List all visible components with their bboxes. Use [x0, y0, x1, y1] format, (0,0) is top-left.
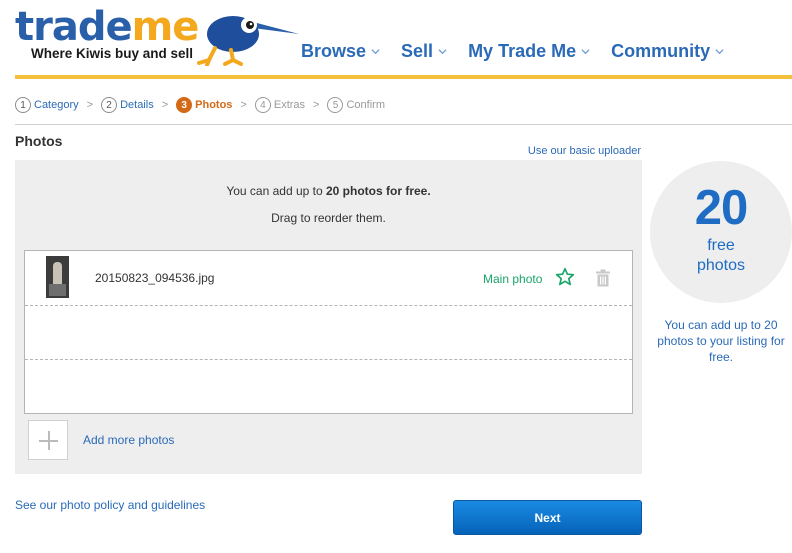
photo-row[interactable]: 20150823_094536.jpg Main photo [25, 251, 632, 305]
basic-uploader-link[interactable]: Use our basic uploader [528, 145, 641, 157]
photo-thumbnail[interactable] [46, 256, 69, 298]
logo-wordmark: trademe [15, 4, 199, 50]
photo-upload-panel: You can add up to 20 photos for free. Dr… [15, 160, 642, 474]
trademe-logo[interactable]: trademe Where Kiwis buy and sell [15, 4, 299, 70]
step-number: 3 [176, 97, 193, 113]
nav-my-trade-me-label: My Trade Me [468, 40, 577, 61]
nav-sell-label: Sell [401, 40, 434, 61]
next-button[interactable]: Next [453, 500, 642, 535]
step-photos: 3 Photos [176, 97, 232, 113]
step-number: 4 [254, 97, 271, 113]
step-number: 5 [327, 97, 344, 113]
chevron-down-icon [371, 48, 380, 54]
step-label: Photos [195, 99, 233, 111]
step-separator: > [161, 99, 169, 111]
chevron-down-icon [438, 48, 447, 54]
free-photos-badge: 20 free photos [650, 161, 792, 303]
photo-list: 20150823_094536.jpg Main photo [24, 250, 633, 414]
step-separator: > [86, 99, 94, 111]
main-nav: Browse Sell My Trade Me Community [301, 38, 745, 64]
photo-filename: 20150823_094536.jpg [95, 271, 215, 285]
nav-browse[interactable]: Browse [301, 38, 380, 64]
drag-hint: Drag to reorder them. [271, 211, 386, 225]
step-label: Extras [273, 99, 306, 111]
add-more-photos-link[interactable]: Add more photos [83, 433, 174, 447]
step-label: Details [120, 99, 154, 111]
nav-community[interactable]: Community [611, 38, 724, 64]
free-photos-description: You can add up to 20 photos to your list… [657, 318, 785, 364]
empty-photo-slot [25, 305, 632, 359]
nav-community-label: Community [611, 40, 711, 61]
step-label: Confirm [346, 99, 385, 111]
step-confirm: 5 Confirm [327, 97, 385, 113]
main-photo-label: Main photo [483, 272, 543, 286]
step-category[interactable]: 1 Category [15, 97, 79, 113]
step-label: Category [34, 99, 79, 111]
free-photos-line2: photos [696, 257, 746, 274]
step-details[interactable]: 2 Details [101, 97, 154, 113]
nav-browse-label: Browse [301, 40, 367, 61]
upload-intro: You can add up to 20 photos for free. [226, 184, 431, 198]
add-photo-button[interactable] [28, 420, 68, 460]
nav-sell[interactable]: Sell [401, 38, 447, 64]
step-separator: > [240, 99, 247, 111]
empty-photo-slot [25, 359, 632, 413]
step-extras: 4 Extras [254, 97, 306, 113]
site-header: trademe Where Kiwis buy and sell Browse … [0, 0, 792, 80]
photos-heading: Photos [15, 133, 63, 149]
header-divider [15, 75, 792, 79]
chevron-down-icon [715, 48, 724, 54]
logo-tagline: Where Kiwis buy and sell [31, 46, 194, 61]
steps-divider [15, 124, 792, 125]
step-number: 1 [15, 97, 31, 113]
trash-icon[interactable] [595, 269, 611, 287]
listing-steps: 1 Category > 2 Details > 3 Photos > 4 Ex… [15, 96, 385, 114]
star-icon[interactable] [555, 267, 575, 287]
step-number: 2 [101, 97, 118, 113]
photo-policy-link[interactable]: See our photo policy and guidelines [15, 498, 205, 512]
nav-my-trade-me[interactable]: My Trade Me [468, 38, 590, 64]
free-photos-line1: free [707, 237, 735, 254]
chevron-down-icon [581, 48, 590, 54]
step-separator: > [313, 99, 320, 111]
free-photos-count: 20 [694, 181, 749, 235]
kiwi-bird-icon [197, 16, 299, 66]
